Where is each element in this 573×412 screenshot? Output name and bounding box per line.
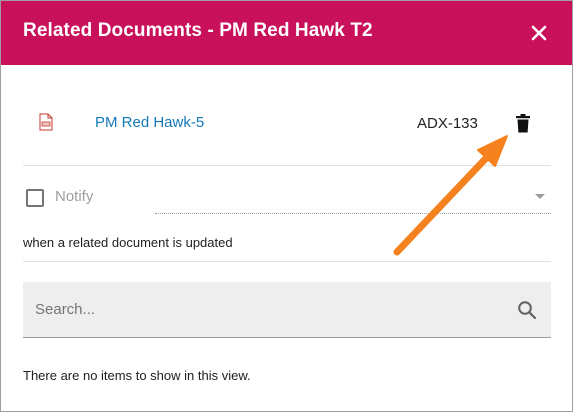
- divider: [23, 165, 551, 166]
- related-document-row: PM Red Hawk-5 ADX-133: [1, 99, 572, 147]
- chevron-down-icon: [535, 194, 545, 199]
- trash-icon: [516, 114, 530, 133]
- notify-help-text: when a related document is updated: [23, 235, 233, 250]
- related-documents-dialog: Related Documents - PM Red Hawk T2 PM Re…: [0, 0, 573, 412]
- dialog-header: Related Documents - PM Red Hawk T2: [1, 1, 572, 65]
- search-input[interactable]: [23, 282, 503, 337]
- divider: [23, 261, 551, 262]
- document-link[interactable]: PM Red Hawk-5: [95, 114, 204, 131]
- empty-list-message: There are no items to show in this view.: [23, 368, 251, 383]
- search-icon[interactable]: [517, 300, 537, 320]
- search-box: [23, 282, 551, 338]
- document-icon: [39, 113, 53, 131]
- document-code: ADX-133: [417, 115, 478, 132]
- delete-button[interactable]: [513, 113, 533, 135]
- notify-row: Notify: [1, 181, 572, 215]
- notify-checkbox[interactable]: [26, 189, 44, 207]
- close-icon: [531, 25, 547, 41]
- notify-select[interactable]: [155, 181, 551, 214]
- close-button[interactable]: [525, 19, 553, 47]
- notify-label: Notify: [55, 188, 94, 205]
- dialog-title: Related Documents - PM Red Hawk T2: [23, 20, 373, 41]
